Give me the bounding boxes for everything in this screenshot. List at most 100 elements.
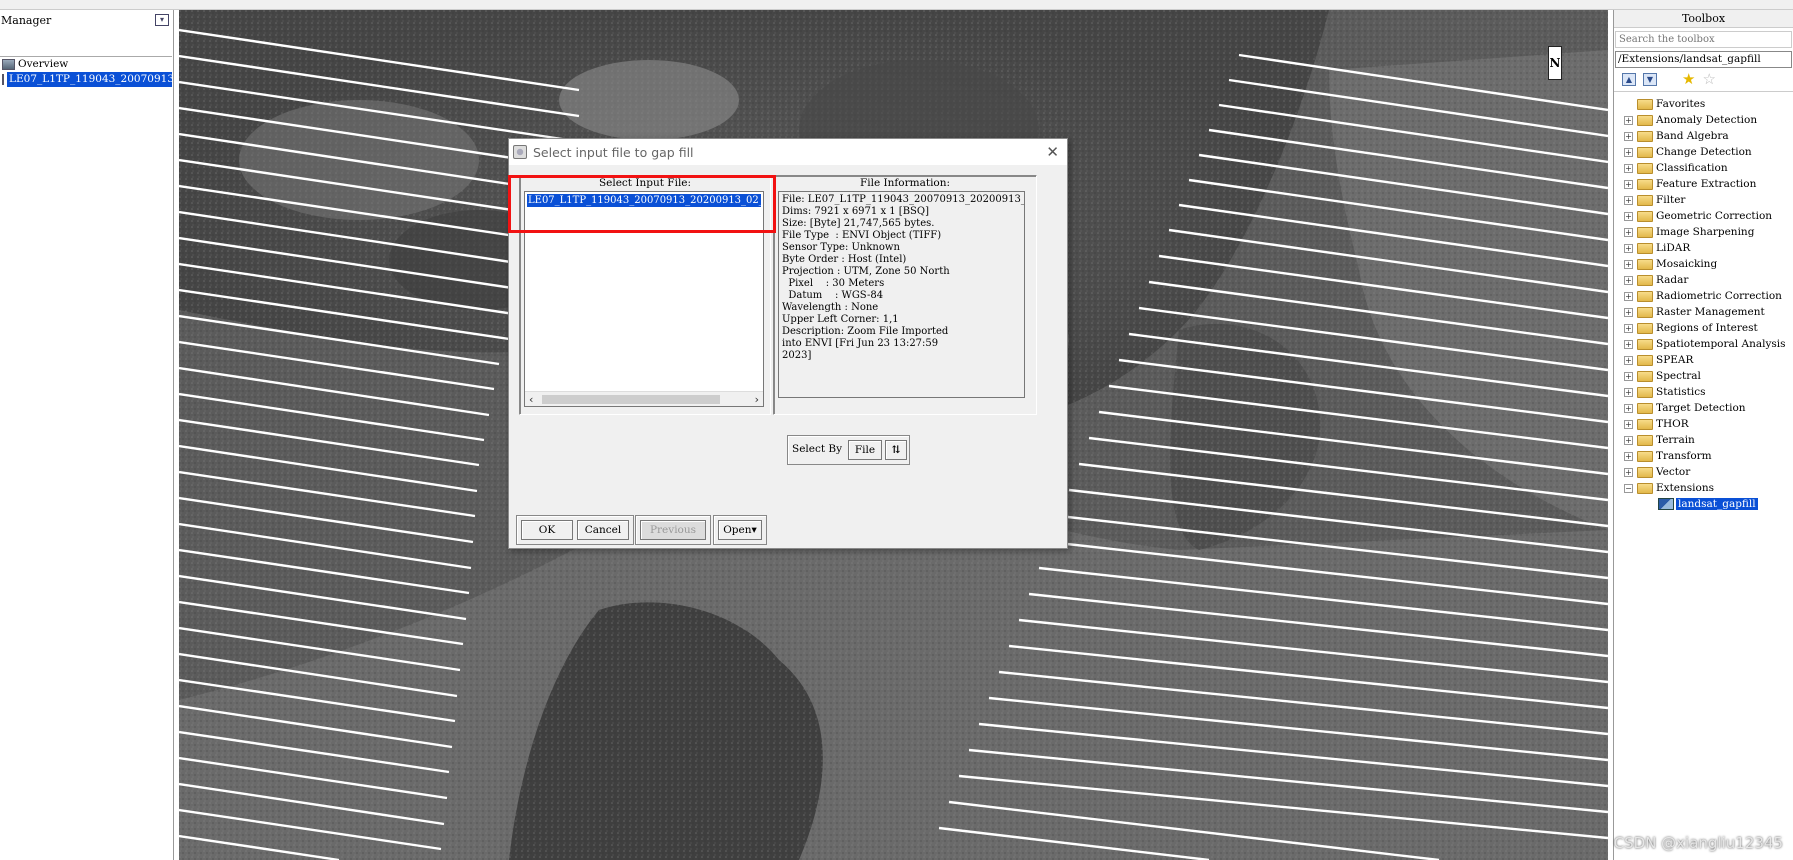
expand-icon[interactable]: + [1624,339,1633,349]
expand-icon[interactable]: + [1624,243,1633,253]
toolbox-item[interactable]: + Spatiotemporal Analysis [1614,336,1793,352]
toolbox-item[interactable]: + LiDAR [1614,240,1793,256]
toolbox-item[interactable]: + Classification [1614,160,1793,176]
expand-icon[interactable]: + [1624,147,1633,157]
toolbox-item[interactable]: + Raster Management [1614,304,1793,320]
expand-icon[interactable]: + [1624,131,1633,141]
expand-icon[interactable]: + [1624,163,1633,173]
dialog-titlebar[interactable]: Select input file to gap fill [509,139,1067,165]
expand-icon[interactable]: + [1624,371,1633,381]
toolbox-item-label: Classification [1656,162,1728,174]
toolbox-item-label: Transform [1656,450,1712,462]
toolbox-item[interactable]: + Feature Extraction [1614,176,1793,192]
select-by-label: Select By [792,443,843,455]
layer-item-label: LE07_L1TP_119043_20070913_ [7,72,172,87]
expand-icon[interactable]: + [1624,467,1633,477]
previous-button[interactable]: Previous [640,520,706,540]
toolbox-item[interactable]: + Image Sharpening [1614,224,1793,240]
folder-icon [1637,226,1653,238]
toolbox-item[interactable]: + Terrain [1614,432,1793,448]
scroll-thumb[interactable] [542,395,720,404]
toolbox-panel: Toolbox Search the toolbox /Extensions/l… [1613,10,1793,860]
toolbox-item-label: Radiometric Correction [1656,290,1782,302]
toolbox-item-label: Mosaicking [1656,258,1718,270]
folder-icon [1637,450,1653,462]
toolbox-item[interactable]: + SPEAR [1614,352,1793,368]
toolbox-search-input[interactable]: Search the toolbox [1615,31,1792,48]
expand-icon[interactable]: + [1624,275,1633,285]
toolbox-item-label: Spatiotemporal Analysis [1656,338,1786,350]
toolbox-item[interactable]: + Radar [1614,272,1793,288]
toolbox-item[interactable]: + Radiometric Correction [1614,288,1793,304]
expand-icon[interactable]: + [1624,323,1633,333]
close-icon[interactable]: ✕ [1046,143,1059,161]
expand-icon[interactable]: + [1624,451,1633,461]
folder-icon [1637,322,1653,334]
toolbox-item[interactable]: + Geometric Correction [1614,208,1793,224]
folder-icon [1637,338,1653,350]
layer-item-overview[interactable]: Overview [0,57,172,72]
cancel-button[interactable]: Cancel [577,520,629,540]
file-info-group: File Information: File: LE07_L1TP_119043… [773,175,1037,415]
toolbox-item[interactable]: + THOR [1614,416,1793,432]
folder-icon [1637,386,1653,398]
folder-icon [1637,290,1653,302]
toolbox-item[interactable]: + Transform [1614,448,1793,464]
expand-icon[interactable]: + [1624,291,1633,301]
toolbox-item[interactable]: + Vector [1614,464,1793,480]
toolbox-item[interactable]: − Extensions [1614,480,1793,496]
toolbox-item[interactable]: + Change Detection [1614,144,1793,160]
collapse-icon[interactable]: − [1624,483,1633,493]
toolbox-item-label: Regions of Interest [1656,322,1758,334]
toolbox-item[interactable]: + Regions of Interest [1614,320,1793,336]
toolbox-item-label: Anomaly Detection [1656,114,1758,126]
expand-icon[interactable]: + [1624,307,1633,317]
expand-icon[interactable]: + [1624,115,1633,125]
folder-icon [1637,162,1653,174]
expand-icon[interactable]: + [1624,179,1633,189]
toolbox-item-landsat-gapfill[interactable]: landsat_gapfill [1614,496,1793,512]
toolbox-item[interactable]: + Target Detection [1614,400,1793,416]
toolbox-item[interactable]: + Mosaicking [1614,256,1793,272]
envi-app-icon [513,145,527,159]
scroll-right-icon[interactable]: › [755,392,759,407]
ok-cancel-frame: OK Cancel [516,515,634,545]
add-favorite-star-icon[interactable]: ★ [1682,72,1695,87]
collapse-up-icon[interactable]: ▲ [1622,73,1636,86]
select-by-file-button[interactable]: File [848,440,882,460]
expand-icon[interactable]: + [1624,387,1633,397]
raster-layer-icon [2,74,4,85]
expand-icon[interactable]: + [1624,419,1633,429]
folder-icon [1637,370,1653,382]
expand-icon[interactable]: + [1624,435,1633,445]
panel-menu-icon[interactable]: ▾ [155,14,169,26]
expand-icon[interactable]: + [1624,195,1633,205]
toolbox-item-label: Change Detection [1656,146,1752,158]
expand-icon[interactable]: + [1624,355,1633,365]
horizontal-scrollbar[interactable]: ‹ › [525,391,763,406]
expand-icon[interactable]: + [1624,403,1633,413]
toolbox-item[interactable]: + Statistics [1614,384,1793,400]
sort-toggle-icon[interactable]: ⇅ [885,440,907,460]
toolbox-path-field[interactable]: /Extensions/landsat_gapfill [1615,51,1792,68]
toolbox-item-label: Radar [1656,274,1689,286]
toolbox-item[interactable]: + Filter [1614,192,1793,208]
layer-item-landsat[interactable]: LE07_L1TP_119043_20070913_ [0,72,172,87]
file-info-group-label: File Information: [859,177,951,189]
expand-icon[interactable]: + [1624,227,1633,237]
toolbox-item-label: THOR [1656,418,1689,430]
open-menu-button[interactable]: Open▾ [718,520,762,540]
toolbox-item[interactable]: + Band Algebra [1614,128,1793,144]
toolbox-item[interactable]: Favorites [1614,96,1793,112]
expand-down-icon[interactable]: ▼ [1643,73,1657,86]
open-label: Open [723,524,752,536]
toolbox-item[interactable]: + Spectral [1614,368,1793,384]
remove-favorite-star-icon[interactable]: ☆ [1702,72,1715,87]
toolbox-item[interactable]: + Anomaly Detection [1614,112,1793,128]
expand-icon[interactable]: + [1624,259,1633,269]
toolbox-item-label: Vector [1656,466,1691,478]
scroll-left-icon[interactable]: ‹ [529,392,533,407]
expand-icon[interactable]: + [1624,211,1633,221]
ok-button[interactable]: OK [521,520,573,540]
folder-icon [1637,306,1653,318]
